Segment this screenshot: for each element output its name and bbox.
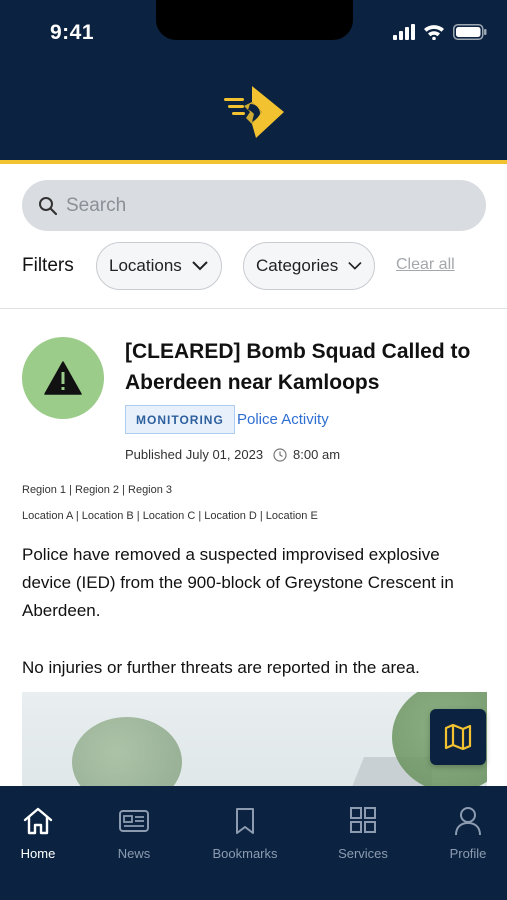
- location-list: Location A | Location B | Location C | L…: [22, 510, 318, 522]
- bottom-nav: Home News Bookmarks Services Profile: [0, 786, 507, 900]
- wifi-icon: [424, 25, 444, 40]
- search-input[interactable]: [66, 194, 446, 217]
- header-accent-stripe: [0, 160, 507, 164]
- published-time: 8:00 am: [293, 447, 341, 462]
- map-button[interactable]: [430, 709, 486, 765]
- article-title[interactable]: [CLEARED] Bomb Squad Called to Aberdeen …: [125, 336, 475, 398]
- nav-services[interactable]: Services: [318, 806, 408, 861]
- warning-icon: [44, 361, 82, 395]
- region-list: Region 1 | Region 2 | Region 3: [22, 484, 173, 496]
- filters-label: Filters: [22, 255, 74, 276]
- photo-tree: [72, 717, 182, 792]
- clock-icon: [273, 447, 287, 462]
- categories-filter-label: Categories: [256, 256, 339, 275]
- user-icon: [455, 807, 481, 836]
- home-icon: [23, 807, 53, 835]
- locations-filter-dropdown[interactable]: Locations: [96, 242, 222, 290]
- status-time: 9:41: [50, 21, 95, 44]
- nav-news-label: News: [117, 846, 151, 861]
- article-paragraph: No injuries or further threats are repor…: [22, 658, 420, 677]
- app-header: 9:41: [0, 0, 507, 160]
- signal-icon: [393, 24, 415, 40]
- nav-home[interactable]: Home: [0, 806, 83, 861]
- article-paragraph: Police have removed a suspected improvis…: [22, 545, 454, 620]
- battery-icon: [453, 24, 487, 40]
- grid-icon: [350, 807, 376, 833]
- map-icon: [444, 724, 472, 750]
- category-link[interactable]: Police Activity: [237, 411, 329, 428]
- alert-status-circle: [22, 337, 104, 419]
- bookmark-icon: [236, 808, 254, 834]
- nav-bookmarks-label: Bookmarks: [212, 846, 278, 861]
- app-logo: [224, 86, 284, 138]
- nav-profile[interactable]: Profile: [423, 806, 507, 861]
- clear-all-link[interactable]: Clear all: [396, 256, 455, 274]
- published-info: Published July 01, 2023 8:00 am: [125, 447, 340, 462]
- nav-services-label: Services: [338, 846, 388, 861]
- search-bar[interactable]: [22, 180, 486, 231]
- chevron-down-icon: [192, 261, 208, 271]
- device-notch: [156, 0, 353, 40]
- published-date: Published July 01, 2023: [125, 447, 264, 462]
- categories-filter-dropdown[interactable]: Categories: [243, 242, 375, 290]
- nav-home-label: Home: [20, 846, 56, 861]
- news-icon: [119, 810, 149, 832]
- nav-profile-label: Profile: [449, 846, 487, 861]
- article-photo: [22, 692, 487, 792]
- status-icons: [393, 24, 487, 40]
- chevron-down-icon: [348, 261, 362, 270]
- filters-divider: [0, 308, 507, 309]
- locations-filter-label: Locations: [109, 256, 182, 275]
- nav-bookmarks[interactable]: Bookmarks: [200, 806, 290, 861]
- search-icon: [39, 196, 58, 215]
- status-badge: MONITORING: [125, 405, 235, 434]
- nav-news[interactable]: News: [89, 806, 179, 861]
